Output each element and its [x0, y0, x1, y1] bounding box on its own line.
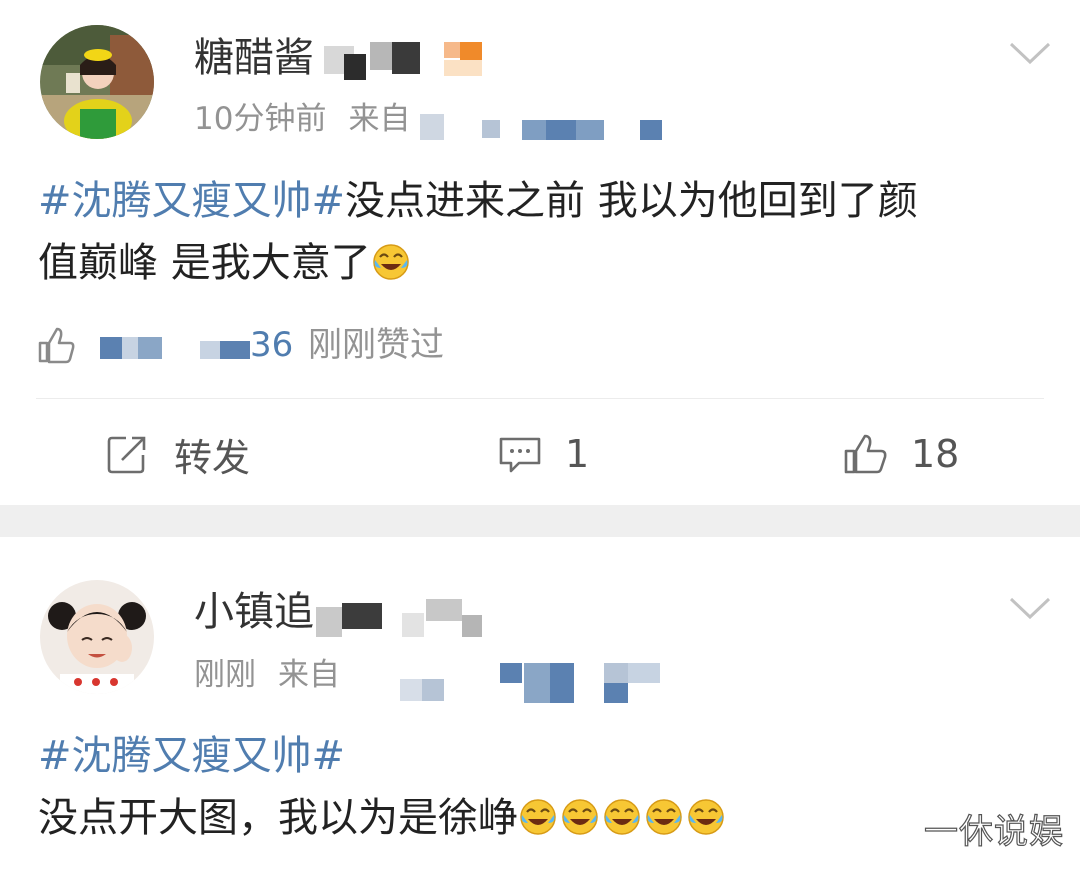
laugh-cry-emoji-icon: [646, 799, 682, 835]
laugh-cry-emoji-icon: [372, 244, 409, 280]
liked-by-row[interactable]: 36 刚刚赞过: [36, 323, 736, 367]
laugh-cry-emoji-icon: [688, 799, 724, 835]
hashtag-link[interactable]: #沈腾又瘦又帅#: [38, 178, 345, 224]
user-avatar[interactable]: [40, 580, 154, 694]
username[interactable]: 糖醋酱: [194, 34, 314, 82]
redaction-mosaic: [318, 40, 488, 82]
comment-bubble-icon: [499, 437, 541, 473]
laugh-cry-emoji-icon: [520, 799, 556, 835]
repost-button[interactable]: 转发: [106, 428, 250, 480]
laugh-cry-emoji-icon: [604, 799, 640, 835]
username[interactable]: 小镇追: [194, 588, 314, 636]
username-text: 糖醋酱: [194, 35, 314, 81]
hashtag-link[interactable]: #沈腾又瘦又帅#: [38, 733, 345, 779]
redaction-mosaic: [420, 112, 680, 142]
source-label[interactable]: 来自: [278, 657, 340, 693]
comment-text: #沈腾又瘦又帅# 没点开大图，我以为是徐峥: [38, 725, 1020, 849]
emoji-row: [518, 795, 728, 841]
comment-meta: 10分钟前 来自: [194, 99, 410, 139]
chevron-down-icon[interactable]: [1008, 595, 1052, 623]
avatar-girl-yellow-hat-icon: [40, 25, 154, 139]
comment-count: 1: [565, 432, 590, 476]
comment-card: 糖醋酱 10分钟前 来自 #沈腾又瘦又帅#没点进来之前 我以为他回到了颜 值巅峰…: [0, 0, 1080, 505]
redaction-mosaic: [100, 333, 250, 361]
redaction-mosaic: [316, 597, 486, 641]
watermark-text: 一休说娱: [923, 811, 1064, 852]
thumbs-up-icon: [844, 434, 887, 474]
comment-text-line: 值巅峰 是我大意了: [38, 240, 371, 286]
timestamp: 10分钟前: [194, 101, 327, 137]
comment-text-line: 没点进来之前 我以为他回到了颜: [345, 178, 918, 224]
liked-by-count: 36: [250, 325, 294, 365]
divider: [36, 398, 1044, 399]
comment-meta: 刚刚 来自: [194, 655, 340, 695]
chevron-down-icon[interactable]: [1008, 40, 1052, 68]
like-button[interactable]: 18: [843, 428, 959, 480]
comment-feed: 糖醋酱 10分钟前 来自 #沈腾又瘦又帅#没点进来之前 我以为他回到了颜 值巅峰…: [0, 0, 1080, 875]
laugh-cry-emoji-icon: [562, 799, 598, 835]
section-separator: [0, 505, 1080, 537]
avatar-child-pigtails-icon: [40, 580, 154, 694]
edit-share-icon: [107, 436, 146, 474]
thumbs-up-icon: [38, 327, 75, 364]
source-label[interactable]: 来自: [348, 101, 410, 137]
comment-button[interactable]: 1: [497, 428, 589, 480]
username-text: 小镇追: [194, 589, 314, 635]
timestamp: 刚刚: [194, 657, 256, 693]
comment-text: #沈腾又瘦又帅#没点进来之前 我以为他回到了颜 值巅峰 是我大意了: [38, 170, 1020, 294]
liked-by-label: 刚刚赞过: [308, 325, 444, 365]
like-count: 18: [911, 432, 960, 476]
user-avatar[interactable]: [40, 25, 154, 139]
comment-card: 小镇追 刚刚 来自 #沈腾又瘦又帅# 没点开大图，我以为是徐峥: [0, 537, 1080, 875]
redaction-mosaic: [400, 661, 670, 705]
comment-text-line: 没点开大图，我以为是徐峥: [38, 795, 518, 841]
repost-label: 转发: [174, 435, 251, 480]
